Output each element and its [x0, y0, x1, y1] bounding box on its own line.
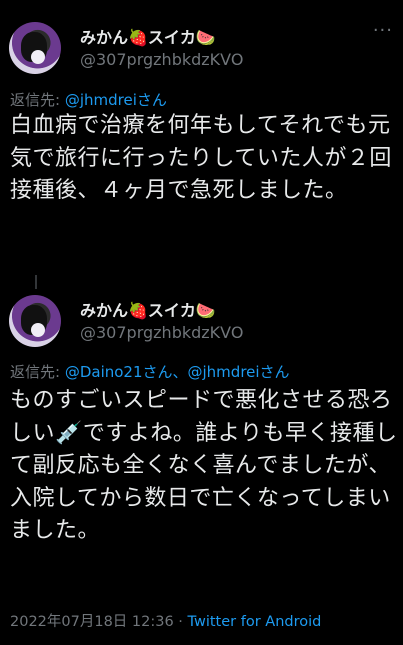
avatar[interactable] [9, 295, 61, 347]
tweet[interactable]: みかん🍓スイカ🍉 @307prgzhbkdzKVO 返信先: @Daino21さ… [0, 275, 403, 645]
display-name[interactable]: みかん🍓スイカ🍉 [80, 24, 216, 48]
display-name[interactable]: みかん🍓スイカ🍉 [80, 297, 216, 321]
tweet-text: 白血病で治療を何年もしてそれでも元気で旅行に行ったりしていた人が２回接種後、４ヶ… [10, 113, 392, 203]
user-handle[interactable]: @307prgzhbkdzKVO [80, 323, 243, 342]
avatar[interactable] [9, 22, 61, 74]
reply-context: 返信先: @jhmdreiさん [10, 89, 167, 110]
source-link[interactable]: Twitter for Android [188, 614, 322, 630]
user-handle[interactable]: @307prgzhbkdzKVO [80, 50, 243, 69]
reply-prefix: 返信先: [10, 363, 65, 381]
tweet-meta: 2022年07月18日 12:36 · Twitter for Android [10, 610, 321, 631]
reply-to-link[interactable]: @Daino21さん、@jhmdreiさん [65, 363, 290, 381]
reply-prefix: 返信先: [10, 91, 65, 109]
meta-separator: · [173, 614, 188, 630]
more-dots-icon[interactable]: ··· [373, 20, 393, 41]
tweet-text: ものすごいスピードで悪化させる恐ろしい💉ですよね。誰よりも早く接種して副反応も全… [10, 388, 398, 543]
timestamp[interactable]: 2022年07月18日 12:36 [10, 614, 174, 630]
tweet[interactable]: みかん🍓スイカ🍉 @307prgzhbkdzKVO ··· 返信先: @jhmd… [0, 0, 403, 275]
reply-to-link[interactable]: @jhmdreiさん [65, 91, 167, 109]
reply-context: 返信先: @Daino21さん、@jhmdreiさん [10, 361, 290, 382]
thread-line [35, 275, 37, 289]
